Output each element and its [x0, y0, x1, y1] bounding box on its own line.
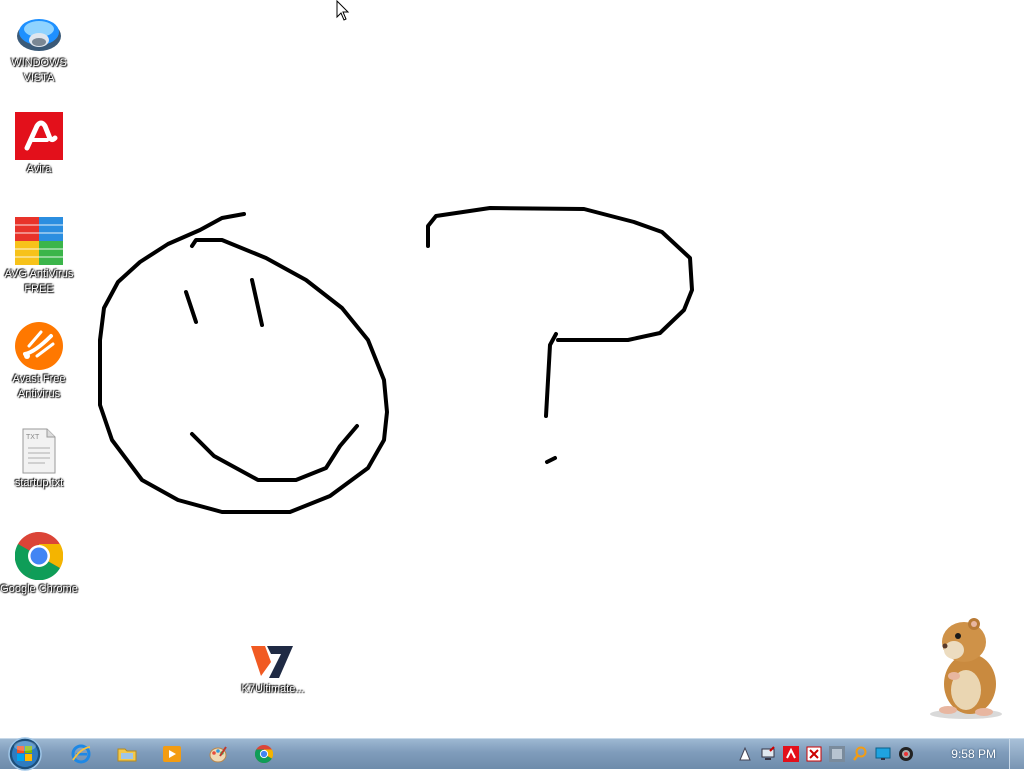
start-button[interactable]: [6, 737, 44, 771]
media-player-icon: [163, 746, 181, 762]
search-tray-icon[interactable]: [851, 745, 869, 763]
avg-tray-icon[interactable]: [828, 745, 846, 763]
question-mark-curve: [426, 206, 694, 342]
question-mark-stem: [544, 332, 558, 418]
display-icon[interactable]: [874, 745, 892, 763]
action-center-flag-icon[interactable]: [736, 745, 754, 763]
chrome-icon: [255, 745, 273, 763]
taskbar-media-player[interactable]: [159, 742, 185, 766]
taskbar-file-explorer[interactable]: [114, 742, 140, 766]
show-desktop-button[interactable]: [1009, 739, 1024, 769]
volume-icon[interactable]: [897, 745, 915, 763]
taskbar-paint[interactable]: [205, 742, 231, 766]
file-explorer-icon: [117, 748, 137, 762]
internet-explorer-icon: [71, 744, 91, 764]
network-icon[interactable]: [759, 745, 777, 763]
avira-tray-icon[interactable]: [782, 745, 800, 763]
freehand-drawing: [98, 206, 694, 514]
taskbar-clock[interactable]: 9:58 PM: [951, 747, 996, 761]
taskbar-internet-explorer[interactable]: [68, 742, 94, 766]
smiley-face-outline: [98, 212, 389, 514]
question-mark-dot: [545, 456, 557, 464]
taskbar-google-chrome[interactable]: [251, 742, 277, 766]
smiley-right-eye: [250, 278, 264, 327]
smiley-mouth: [190, 424, 359, 482]
smiley-left-eye: [184, 290, 198, 324]
taskbar: 9:58 PM: [0, 737, 1024, 771]
avast-tray-icon[interactable]: [805, 745, 823, 763]
mouse-cursor-icon: [336, 0, 350, 21]
system-tray: [736, 744, 920, 764]
hamster-gadget-icon[interactable]: [918, 614, 1010, 720]
paint-icon: [209, 746, 227, 763]
